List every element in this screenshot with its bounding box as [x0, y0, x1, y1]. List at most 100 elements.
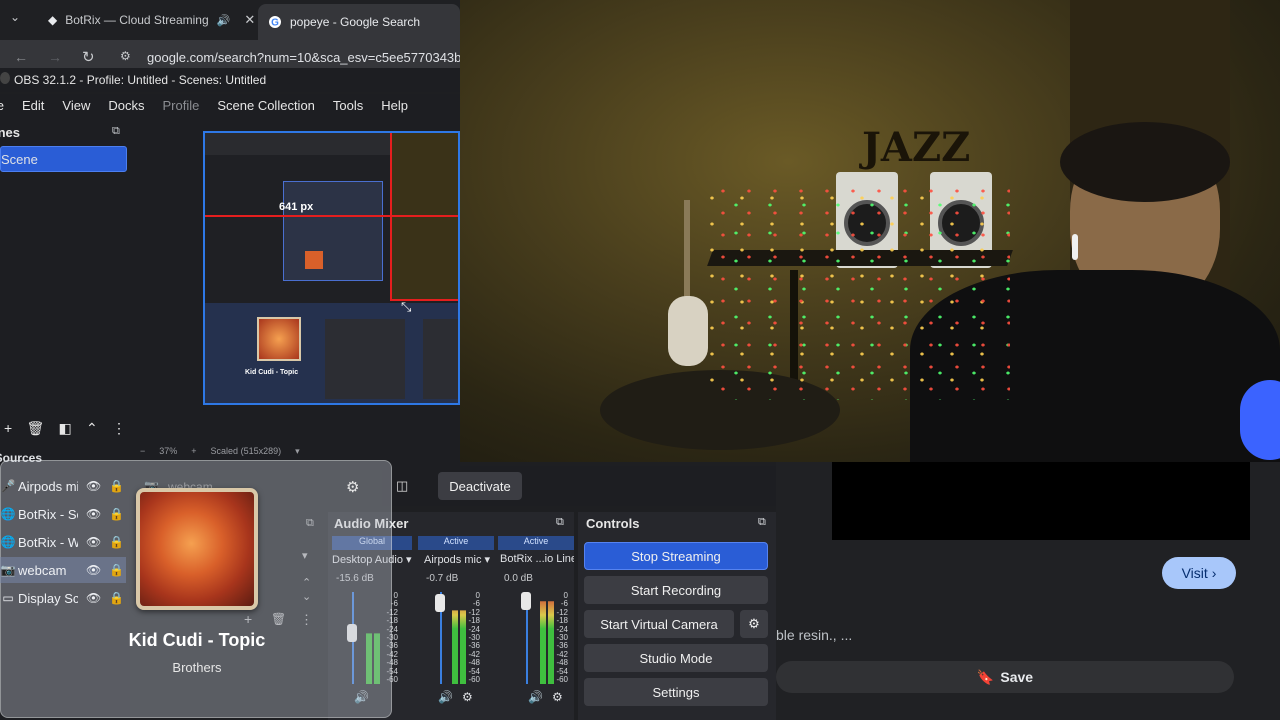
chevron-right-icon: › [1211, 565, 1217, 581]
nested-album-art-large [257, 317, 301, 361]
globe-icon: 🌐 [0, 535, 16, 549]
scene-list-item[interactable]: Scene [0, 146, 127, 172]
menu-help[interactable]: Help [372, 94, 417, 118]
speaker-icon[interactable]: 🔊 [217, 14, 231, 27]
down-arrow-icon[interactable]: ⌄ [302, 590, 311, 603]
lock-icon[interactable]: 🔒 [109, 507, 124, 521]
remove-scene-icon[interactable]: 🗑 [26, 420, 44, 437]
add-scene-icon[interactable]: + [4, 420, 12, 436]
fader-knob[interactable] [435, 594, 445, 612]
settings-button[interactable]: Settings [584, 678, 768, 706]
lock-icon[interactable]: 🔒 [109, 535, 124, 549]
visibility-eye-icon[interactable]: 👁 [86, 535, 101, 549]
svg-text:G: G [271, 18, 279, 29]
obs-preview-canvas[interactable]: Kid Cudi - Topic 641 px ⤡ [203, 131, 460, 405]
now-playing-track: Brothers [172, 660, 222, 675]
gear-icon[interactable]: ⚙ [346, 478, 359, 496]
remove-source-icon[interactable]: 🗑 [271, 612, 286, 626]
selection-horizontal-line [205, 215, 458, 217]
db-scale: 0 -6 -12 -18 -24 -30 -36 -42 -48 -54 -60 [554, 591, 568, 685]
lock-icon[interactable]: 🔒 [109, 591, 124, 605]
studio-mode-button[interactable]: Studio Mode [584, 644, 768, 672]
db-tick: -60 [468, 675, 480, 685]
source-name: Airpods mic [18, 478, 78, 494]
visit-button[interactable]: Visit › [1162, 557, 1236, 589]
source-item[interactable]: 🌐 BotRix - Sc 👁 🔒 [0, 501, 126, 527]
menu-file[interactable]: File [0, 94, 13, 118]
visibility-eye-icon[interactable]: 👁 [86, 563, 101, 577]
lock-icon[interactable]: 🔒 [109, 563, 124, 577]
move-up-icon[interactable]: ⌃ [86, 420, 98, 437]
visibility-eye-icon[interactable]: 👁 [86, 479, 101, 493]
more-options-icon[interactable]: ⋮ [300, 612, 313, 628]
video-thumbnail[interactable] [832, 462, 1250, 540]
monitor-icon[interactable]: ⚙ [462, 690, 473, 704]
scenes-title: Scenes [0, 125, 20, 140]
source-item[interactable]: 🎤 Airpods mic 👁 🔒 [0, 473, 126, 499]
add-source-icon[interactable]: + [244, 611, 252, 627]
menu-scene-collection[interactable]: Scene Collection [208, 94, 324, 118]
tab-search-dropdown-icon[interactable]: ⌄ [10, 10, 20, 24]
selection-vertical-line [390, 133, 392, 301]
stop-streaming-button[interactable]: Stop Streaming [584, 542, 768, 570]
browser-tab-strip: ⌄ ◆ BotRix — Cloud Streaming 🔊 ✕ G popey… [0, 0, 460, 40]
url-text[interactable]: google.com/search?num=10&sca_esv=c5ee577… [147, 50, 461, 65]
channel-name[interactable]: BotRix ...io Line [500, 553, 574, 565]
now-playing-artist: Kid Cudi - Topic [128, 630, 266, 650]
tab-google-search[interactable]: G popeye - Google Search [258, 4, 460, 40]
undock-icon[interactable]: ⧉ [758, 516, 766, 529]
undock-icon[interactable]: ⧉ [306, 517, 314, 530]
globe-icon: 🌐 [0, 507, 16, 521]
dropdown-arrow-icon[interactable]: ▾ [302, 549, 308, 562]
properties-icon[interactable]: ◫ [396, 478, 408, 494]
reload-icon[interactable]: ↻ [82, 48, 95, 66]
album-art [136, 488, 258, 610]
scene-toolbar: + 🗑 ◧ ⌃ ⋮ [0, 414, 130, 442]
source-item[interactable]: 🌐 BotRix - W 👁 🔒 [0, 529, 126, 555]
menu-view[interactable]: View [53, 94, 99, 118]
start-virtual-camera-button[interactable]: Start Virtual Camera [584, 610, 734, 638]
menu-edit[interactable]: Edit [13, 94, 53, 118]
source-item[interactable]: ▭ Display Sc 👁 🔒 [0, 585, 126, 611]
guitar-neck [684, 200, 690, 300]
site-info-icon[interactable]: ⚙ [120, 49, 131, 63]
airpod-icon [1072, 234, 1078, 260]
undock-icon[interactable]: ⧉ [112, 125, 120, 138]
button-label: Settings [652, 684, 700, 700]
visibility-eye-icon[interactable]: 👁 [86, 591, 101, 605]
start-recording-button[interactable]: Start Recording [584, 576, 768, 604]
menu-profile[interactable]: Profile [153, 94, 208, 118]
mic-icon: 🎤 [0, 479, 16, 493]
scene-name: Scene [1, 152, 38, 167]
lock-icon[interactable]: 🔒 [109, 479, 124, 493]
source-item-selected[interactable]: 📷 webcam 👁 🔒 [0, 557, 126, 583]
camera-icon: 📷 [0, 563, 16, 577]
mute-icon[interactable]: 🔊 [528, 690, 543, 704]
channel-name[interactable]: Airpods mic ▾ [424, 553, 496, 566]
button-label: Start Recording [630, 582, 722, 598]
up-arrow-icon[interactable]: ⌃ [302, 576, 311, 589]
more-options-icon[interactable]: ⋮ [112, 420, 126, 437]
fader-knob[interactable] [521, 592, 531, 610]
forward-icon[interactable]: → [48, 49, 62, 65]
tab-botrix[interactable]: ◆ BotRix — Cloud Streaming 🔊 ✕ [44, 6, 255, 34]
scene-filters-icon[interactable]: ◧ [59, 420, 72, 437]
tab-label: popeye - Google Search [290, 15, 421, 29]
db-tick: -60 [556, 675, 568, 685]
virtual-camera-settings-button[interactable]: ⚙ [740, 610, 768, 638]
source-name: BotRix - Sc [18, 506, 78, 522]
level-meter [452, 610, 458, 684]
mute-icon[interactable]: 🔊 [438, 690, 453, 704]
undock-icon[interactable]: ⧉ [556, 516, 564, 529]
back-icon[interactable]: ← [14, 49, 28, 65]
close-tab-icon[interactable]: ✕ [244, 12, 255, 28]
menu-tools[interactable]: Tools [324, 94, 372, 118]
monitor-icon: ▭ [2, 591, 14, 605]
menu-docks[interactable]: Docks [99, 94, 153, 118]
source-toolbar: ◫ Deactivate [382, 466, 776, 506]
monitor-icon[interactable]: ⚙ [552, 690, 563, 704]
visibility-eye-icon[interactable]: 👁 [86, 507, 101, 521]
button-label: Start Virtual Camera [600, 616, 718, 632]
save-button[interactable]: 🔖 Save [776, 661, 1234, 693]
deactivate-button[interactable]: Deactivate [438, 472, 522, 500]
